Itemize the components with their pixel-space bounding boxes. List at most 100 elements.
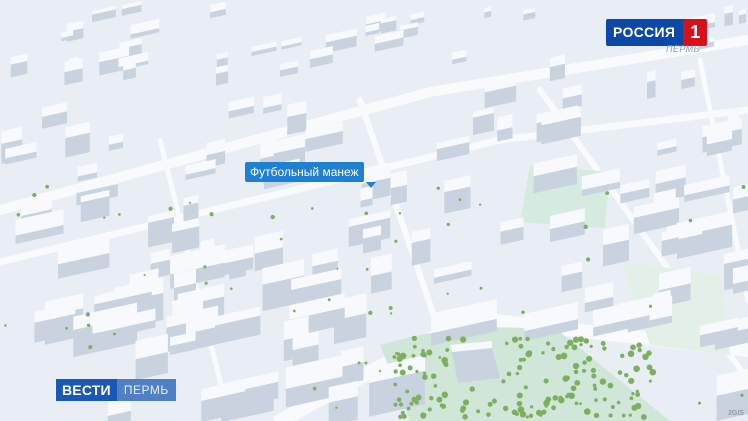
tree — [617, 370, 623, 375]
tree — [312, 386, 317, 391]
tree — [422, 374, 428, 380]
building — [484, 6, 492, 19]
tree — [646, 350, 652, 356]
tree — [543, 378, 549, 384]
tree — [476, 409, 481, 414]
tree — [364, 211, 368, 216]
tree — [398, 211, 402, 215]
tree — [396, 397, 402, 403]
tree — [536, 409, 542, 416]
building — [148, 210, 175, 248]
building — [681, 69, 695, 90]
tree — [502, 405, 509, 412]
tree — [399, 369, 406, 376]
tree — [583, 224, 588, 230]
tree — [551, 346, 556, 352]
tree — [420, 412, 427, 419]
tree — [633, 365, 640, 373]
tree — [518, 343, 524, 349]
building — [732, 265, 748, 294]
tree — [65, 326, 68, 330]
tree — [396, 352, 401, 357]
tree — [440, 403, 447, 410]
tree — [600, 341, 606, 346]
tree — [605, 191, 610, 196]
tree — [648, 304, 653, 308]
tree — [602, 346, 607, 351]
building — [362, 225, 382, 254]
tree — [411, 396, 418, 403]
tree — [4, 324, 7, 327]
building — [340, 346, 364, 386]
tree — [516, 392, 523, 399]
tree — [608, 413, 613, 418]
building — [172, 217, 200, 254]
building — [287, 100, 307, 136]
tree — [230, 287, 233, 290]
tree — [517, 364, 523, 371]
building — [123, 61, 136, 81]
tree — [364, 361, 368, 365]
tree — [545, 396, 552, 403]
channel-number: 1 — [683, 19, 708, 46]
tree — [560, 352, 568, 360]
tree — [551, 405, 556, 411]
tree — [591, 373, 597, 379]
tree — [574, 401, 579, 406]
tree — [583, 408, 591, 415]
building — [661, 228, 679, 257]
tree — [624, 372, 629, 378]
tree — [393, 382, 398, 387]
tree — [113, 332, 116, 336]
tree — [168, 206, 173, 211]
tree — [426, 349, 433, 356]
tree — [398, 363, 402, 368]
tree — [445, 348, 450, 352]
tree — [628, 413, 632, 417]
building — [370, 253, 392, 294]
tree — [393, 369, 398, 374]
tree — [528, 413, 534, 418]
channel-region: ПЕРМЬ — [666, 44, 700, 54]
tree — [433, 384, 438, 388]
tree — [649, 368, 657, 376]
tree — [365, 267, 369, 271]
tree — [518, 357, 523, 362]
tree — [607, 382, 614, 389]
tree — [436, 186, 440, 190]
tree — [399, 352, 407, 360]
map-callout-label[interactable]: Футбольный манеж — [245, 162, 364, 182]
building — [561, 261, 583, 293]
tree — [279, 237, 283, 241]
building — [411, 227, 431, 266]
building — [724, 5, 734, 27]
tree — [628, 377, 635, 385]
building — [549, 54, 566, 82]
tree — [627, 350, 635, 358]
tree — [514, 411, 519, 417]
tree — [486, 412, 491, 417]
tree — [567, 339, 574, 346]
tree — [616, 400, 621, 405]
tree — [637, 347, 642, 353]
tree — [462, 414, 468, 420]
tree — [441, 391, 449, 399]
tree — [446, 292, 449, 295]
tree — [634, 402, 642, 410]
tree — [492, 399, 497, 404]
tree — [589, 344, 593, 348]
tree — [518, 401, 523, 406]
tree — [310, 207, 314, 210]
tree — [579, 402, 582, 406]
tree — [501, 379, 506, 384]
tree — [518, 336, 523, 341]
tree — [479, 286, 483, 290]
program-name: ВЕСТИ — [56, 379, 117, 401]
tree — [446, 222, 450, 227]
tree — [582, 368, 587, 373]
map-callout-pointer — [366, 182, 376, 188]
tree — [594, 398, 598, 403]
channel-logo: РОССИЯ 1 — [606, 19, 708, 46]
tree — [460, 408, 465, 413]
program-logo: ВЕСТИ ПЕРМЬ — [56, 379, 176, 401]
